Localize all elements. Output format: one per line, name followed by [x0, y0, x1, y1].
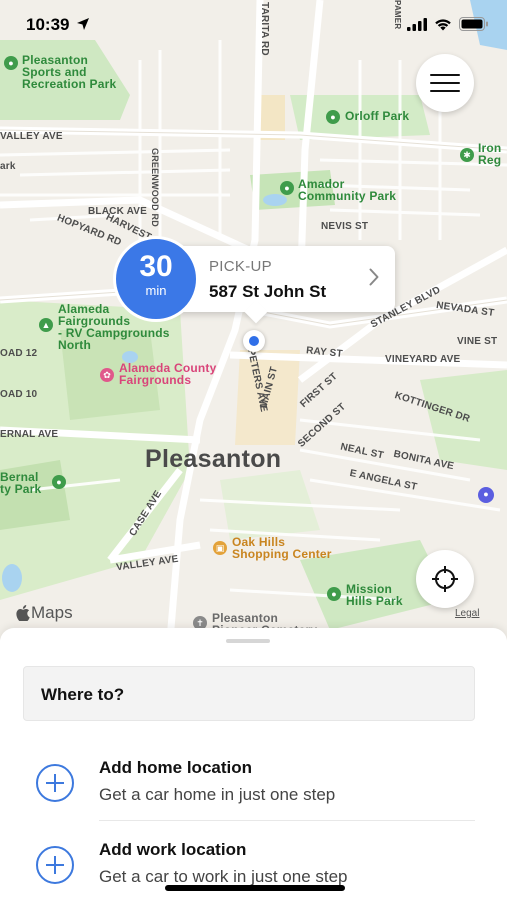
add-home-location-item[interactable]: Add home location Get a car home in just…: [0, 748, 507, 828]
eta-unit: min: [145, 283, 167, 298]
plus-circle-icon: [36, 764, 74, 802]
park-pin-icon: ✱: [460, 148, 474, 162]
street-label: OAD 12: [0, 348, 38, 359]
city-label: Pleasanton: [145, 445, 282, 473]
pickup-callout[interactable]: PICK-UP 587 St John St 30 min: [113, 236, 395, 324]
status-time: 10:39: [26, 15, 90, 35]
saved-place-title: Add home location: [99, 758, 252, 777]
wifi-icon: [435, 18, 451, 30]
legal-link[interactable]: Legal: [455, 608, 479, 619]
poi-bernal-park[interactable]: Bernal ty Park: [0, 471, 41, 495]
fairground-pin-icon: ✿: [100, 368, 114, 382]
poi-pin-icon: ●: [478, 487, 494, 503]
poi-mission-hills[interactable]: Mission Hills Park: [346, 583, 403, 607]
current-location-marker: [243, 330, 265, 352]
saved-place-subtitle: Get a car to work in just one step: [99, 867, 348, 886]
chevron-right-icon: [369, 268, 379, 286]
camp-pin-icon: ▲: [39, 318, 53, 332]
status-time-text: 10:39: [26, 15, 70, 34]
park-pin-icon: ●: [4, 56, 18, 70]
street-label: GREENWOOD RD: [150, 148, 160, 227]
pickup-address: 587 St John St: [209, 282, 327, 301]
status-bar: 10:39: [0, 0, 507, 50]
search-placeholder: Where to?: [41, 685, 125, 704]
status-icons: [407, 17, 489, 31]
plus-circle-icon: [36, 846, 74, 884]
park-pin-icon: ●: [327, 587, 341, 601]
saved-place-title: Add work location: [99, 840, 247, 859]
poi-county-fairgrounds[interactable]: Alameda County Fairgrounds: [119, 362, 216, 386]
saved-place-subtitle: Get a car home in just one step: [99, 785, 336, 804]
poi-amador-park[interactable]: Amador Community Park: [298, 178, 396, 202]
street-label: VALLEY AVE: [0, 131, 63, 142]
home-indicator: [165, 885, 345, 891]
eta-badge: 30 min: [113, 236, 199, 322]
eta-value: 30: [139, 250, 173, 283]
maps-attribution: Maps: [16, 603, 73, 623]
street-label: ark: [0, 161, 16, 172]
street-label: ERNAL AVE: [0, 429, 59, 440]
park-pin-icon: ●: [52, 475, 66, 489]
hamburger-menu-icon: [430, 74, 460, 92]
street-label: NEVIS ST: [321, 221, 369, 232]
poi-oak-hills[interactable]: Oak Hills Shopping Center: [232, 536, 332, 560]
crosshair-icon: [432, 566, 458, 592]
street-label: OAD 10: [0, 389, 38, 400]
maps-brand-text: Maps: [31, 603, 73, 622]
divider: [99, 820, 475, 821]
bottom-sheet: Where to? Add home location Get a car ho…: [0, 628, 507, 900]
recenter-button[interactable]: [416, 550, 474, 608]
poi-iron[interactable]: Iron Reg: [478, 142, 501, 166]
pickup-label: PICK-UP: [209, 258, 272, 275]
park-pin-icon: ●: [280, 181, 294, 195]
poi-orloff-park[interactable]: Orloff Park: [345, 110, 409, 122]
sheet-grabber[interactable]: [226, 639, 270, 643]
street-label: VINE ST: [457, 336, 498, 347]
shopping-pin-icon: ▣: [213, 541, 227, 555]
poi-sports-park[interactable]: Pleasanton Sports and Recreation Park: [22, 54, 116, 90]
location-arrow-icon: [77, 18, 90, 30]
battery-icon: [459, 17, 488, 31]
menu-button[interactable]: [416, 54, 474, 112]
signal-icon: [407, 17, 427, 31]
apple-logo-icon: [16, 605, 30, 621]
street-label: VINEYARD AVE: [385, 354, 461, 365]
park-pin-icon: ●: [326, 110, 340, 124]
destination-search-input[interactable]: Where to?: [23, 666, 475, 721]
